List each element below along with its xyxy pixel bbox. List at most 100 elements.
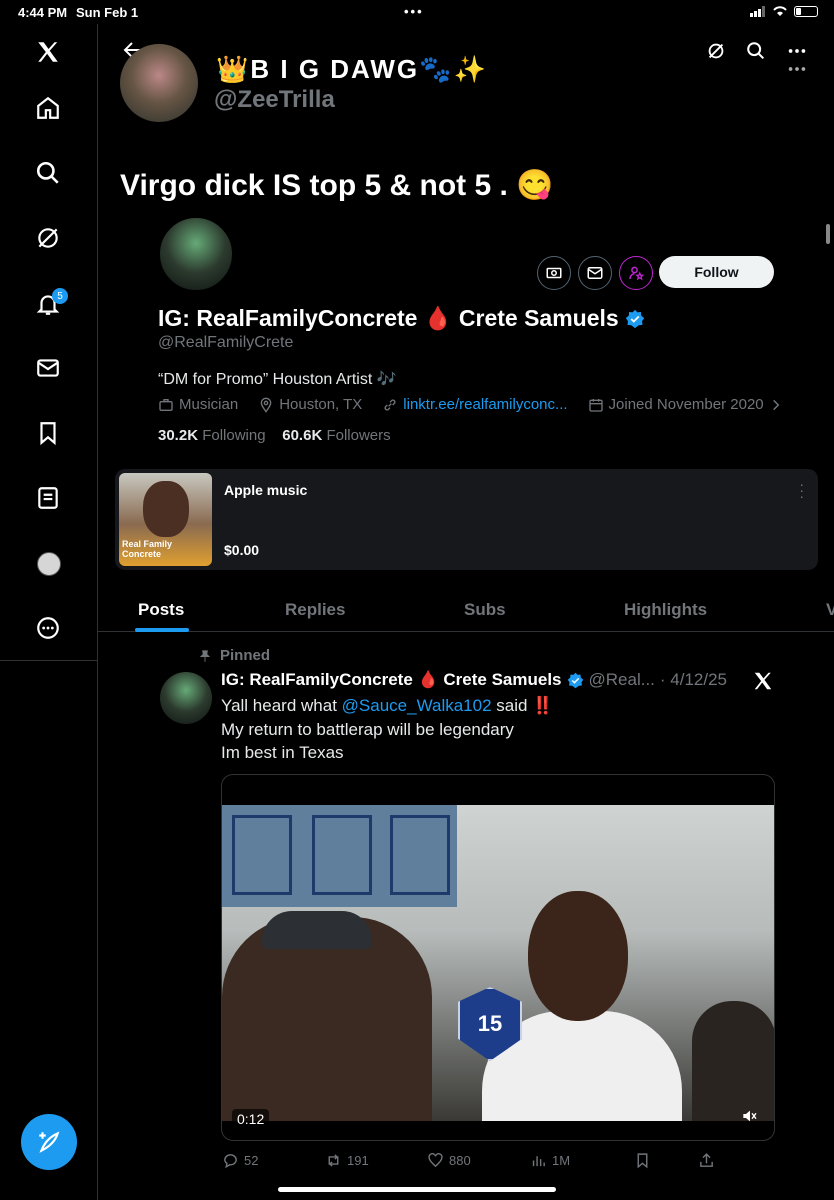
shop-card-more-icon[interactable]: · · ·	[799, 477, 804, 503]
shop-card-title: Apple music	[224, 482, 308, 498]
profile-handle: @RealFamilyCrete	[158, 334, 294, 351]
quoted-author-name[interactable]: 👑B I G DAWG🐾✨	[216, 54, 488, 85]
post-line-2: My return to battlerap will be legendary	[221, 719, 514, 739]
search-icon[interactable]	[30, 155, 66, 191]
shop-card[interactable]: Real Family Concrete Apple music $0.00 ·…	[115, 469, 818, 570]
battery-icon	[794, 5, 818, 17]
left-rail: 5	[0, 24, 98, 1200]
share-icon	[700, 1153, 713, 1167]
tab-posts[interactable]: Posts	[138, 600, 184, 620]
status-bar: 4:44 PM Sun Feb 1 •••	[0, 0, 834, 24]
quoted-author-handle[interactable]: @ZeeTrilla	[214, 86, 335, 114]
chevron-right-icon[interactable]	[769, 398, 783, 412]
like-count: 880	[449, 1153, 471, 1168]
tab-subs[interactable]: Subs	[464, 600, 506, 620]
reply-count: 52	[244, 1153, 259, 1168]
bookmarks-icon[interactable]	[30, 415, 66, 451]
followers-link[interactable]: 60.6K Followers	[282, 427, 390, 444]
pinned-text: Pinned	[220, 647, 271, 664]
header-search-icon[interactable]	[745, 40, 767, 62]
following-count: 30.2K	[158, 427, 199, 444]
profile-link[interactable]: linktr.ee/realfamilyconc...	[403, 396, 567, 413]
pin-icon	[199, 649, 211, 662]
lists-icon[interactable]	[30, 480, 66, 516]
tab-highlights[interactable]: Highlights	[624, 600, 707, 620]
repost-count: 191	[347, 1153, 369, 1168]
thumbnail-caption: Real Family Concrete	[122, 539, 173, 559]
reply-button[interactable]: 52	[222, 1152, 258, 1169]
post-line-3: Im best in Texas	[221, 743, 344, 762]
messages-icon[interactable]	[30, 350, 66, 386]
followers-label: Followers	[326, 427, 391, 444]
notify-button[interactable]	[619, 256, 653, 290]
follow-button[interactable]: Follow	[659, 256, 774, 288]
post-author-avatar[interactable]	[160, 672, 212, 724]
profile-bio: “DM for Promo” Houston Artist 🎶	[158, 371, 397, 388]
grok-refresh-icon[interactable]	[705, 40, 727, 62]
repost-icon	[328, 1154, 339, 1167]
subscribe-button[interactable]	[537, 256, 571, 290]
pinned-label: Pinned	[198, 647, 270, 664]
following-link[interactable]: 30.2K Following	[158, 427, 266, 444]
profile-name-row: IG: RealFamilyConcrete 🩸 Crete Samuels	[158, 305, 645, 332]
views-chart-icon	[532, 1156, 545, 1167]
rail-divider	[0, 660, 98, 661]
calendar-icon	[588, 398, 603, 412]
location-icon	[260, 397, 272, 413]
share-button[interactable]	[698, 1152, 715, 1169]
person-star-icon	[629, 266, 645, 281]
followers-count: 60.6K	[282, 427, 323, 444]
post-author-name[interactable]: IG: RealFamilyConcrete 🩸 Crete Samuels	[221, 670, 562, 690]
profile-joined: Joined November 2020	[608, 396, 764, 413]
notification-badge: 5	[52, 288, 68, 304]
status-time: 4:44 PM	[18, 5, 68, 20]
views-button[interactable]: 1M	[530, 1152, 570, 1169]
multitask-dots[interactable]: •••	[404, 4, 424, 19]
x-logo-icon[interactable]	[30, 34, 66, 70]
video-frame: 15	[222, 805, 774, 1121]
compose-button[interactable]	[21, 1114, 77, 1170]
profile-stats: 30.2K Following 60.6K Followers	[158, 427, 391, 444]
profile-tabs: Posts Replies Subs Highlights V	[98, 586, 834, 632]
like-button[interactable]: 880	[427, 1152, 471, 1169]
home-indicator[interactable]	[278, 1187, 556, 1192]
grok-icon[interactable]	[30, 220, 66, 256]
tab-indicator	[135, 628, 189, 632]
bookmark-icon	[637, 1153, 648, 1169]
post-text: Yall heard what @Sauce_Walka102 said ‼️ …	[221, 694, 553, 765]
mute-icon[interactable]	[742, 1109, 758, 1126]
shop-card-thumbnail: Real Family Concrete	[119, 473, 212, 566]
post-header: IG: RealFamilyConcrete 🩸 Crete Samuels @…	[221, 670, 727, 690]
post-video[interactable]: 15 0:12	[221, 774, 775, 1141]
post-mention-link[interactable]: @Sauce_Walka102	[342, 696, 492, 715]
repost-button[interactable]: 191	[325, 1152, 369, 1169]
profile-category: Musician	[179, 396, 239, 413]
view-count: 1M	[552, 1153, 571, 1168]
post-date[interactable]: · 4/12/25	[660, 670, 727, 690]
briefcase-icon	[159, 398, 173, 411]
verified-badge-icon[interactable]	[625, 309, 645, 329]
grok-x-icon[interactable]	[752, 670, 774, 692]
quoted-author-avatar[interactable]	[120, 44, 198, 122]
post-line-1: Yall heard what @Sauce_Walka102 said ‼️	[221, 696, 554, 715]
message-button[interactable]	[578, 256, 612, 290]
tab-videos[interactable]: V	[826, 600, 834, 620]
home-icon[interactable]	[30, 90, 66, 126]
profile-name: IG: RealFamilyConcrete 🩸 Crete Samuels	[158, 305, 619, 331]
tab-replies[interactable]: Replies	[285, 600, 345, 620]
scrollbar-thumb[interactable]	[826, 224, 830, 244]
envelope-icon	[587, 267, 603, 279]
bookmark-button[interactable]	[634, 1152, 651, 1169]
link-icon	[384, 398, 396, 411]
profile-meta: Musician Houston, TX linktr.ee/realfamil…	[158, 396, 783, 413]
profile-avatar[interactable]	[158, 216, 234, 292]
signal-icon	[750, 5, 765, 17]
status-date: Sun Feb 1	[76, 5, 139, 20]
post-author-handle[interactable]: @Real...	[589, 670, 655, 690]
profile-avatar-icon[interactable]	[37, 552, 61, 576]
compose-feather-icon	[39, 1131, 60, 1153]
post-verified-icon[interactable]	[567, 672, 584, 689]
video-duration: 0:12	[232, 1109, 270, 1129]
quoted-more-icon[interactable]	[786, 58, 808, 80]
more-icon[interactable]	[30, 610, 66, 646]
